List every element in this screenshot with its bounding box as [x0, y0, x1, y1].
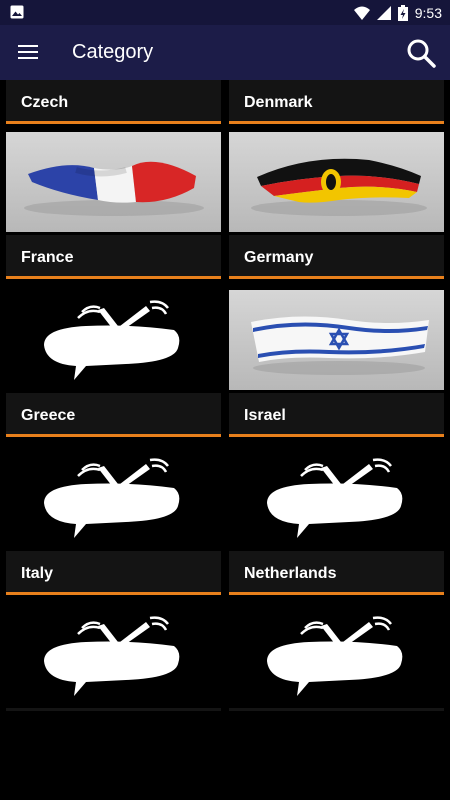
category-card[interactable] [6, 606, 221, 711]
tv-placeholder-icon [6, 448, 221, 548]
category-label: Czech [6, 80, 221, 124]
tv-placeholder-icon [6, 606, 221, 706]
hamburger-menu-icon[interactable] [18, 44, 38, 60]
signal-icon [376, 6, 391, 20]
app-toolbar: Category [0, 25, 450, 80]
tv-placeholder-icon [6, 290, 221, 390]
category-card-denmark[interactable]: Denmark [229, 80, 444, 127]
flag-germany-image [229, 132, 444, 232]
status-bar: 9:53 [0, 0, 450, 25]
flag-france-image [6, 132, 221, 232]
category-label: Italy [6, 551, 221, 595]
category-label: France [6, 235, 221, 279]
tv-placeholder-icon [229, 448, 444, 548]
category-grid: Czech Denmark France Germany Greece Isra… [0, 80, 450, 800]
category-card-italy[interactable]: Italy [6, 448, 221, 598]
card-label-strip [229, 708, 444, 711]
category-card-israel[interactable]: Israel [229, 290, 444, 440]
category-card-greece[interactable]: Greece [6, 290, 221, 440]
category-card[interactable] [229, 606, 444, 711]
category-label: Denmark [229, 80, 444, 124]
search-icon[interactable] [406, 38, 436, 68]
page-title: Category [72, 41, 154, 63]
image-icon [10, 5, 24, 19]
category-card-germany[interactable]: Germany [229, 132, 444, 282]
battery-charging-icon [397, 5, 408, 21]
category-label: Greece [6, 393, 221, 437]
wifi-icon [353, 6, 370, 20]
category-card-france[interactable]: France [6, 132, 221, 282]
category-card-czech[interactable]: Czech [6, 80, 221, 127]
category-label: Germany [229, 235, 444, 279]
category-label: Israel [229, 393, 444, 437]
category-card-netherlands[interactable]: Netherlands [229, 448, 444, 598]
flag-israel-image [229, 290, 444, 390]
status-time: 9:53 [414, 5, 442, 21]
tv-placeholder-icon [229, 606, 444, 706]
category-label: Netherlands [229, 551, 444, 595]
card-label-strip [6, 708, 221, 711]
